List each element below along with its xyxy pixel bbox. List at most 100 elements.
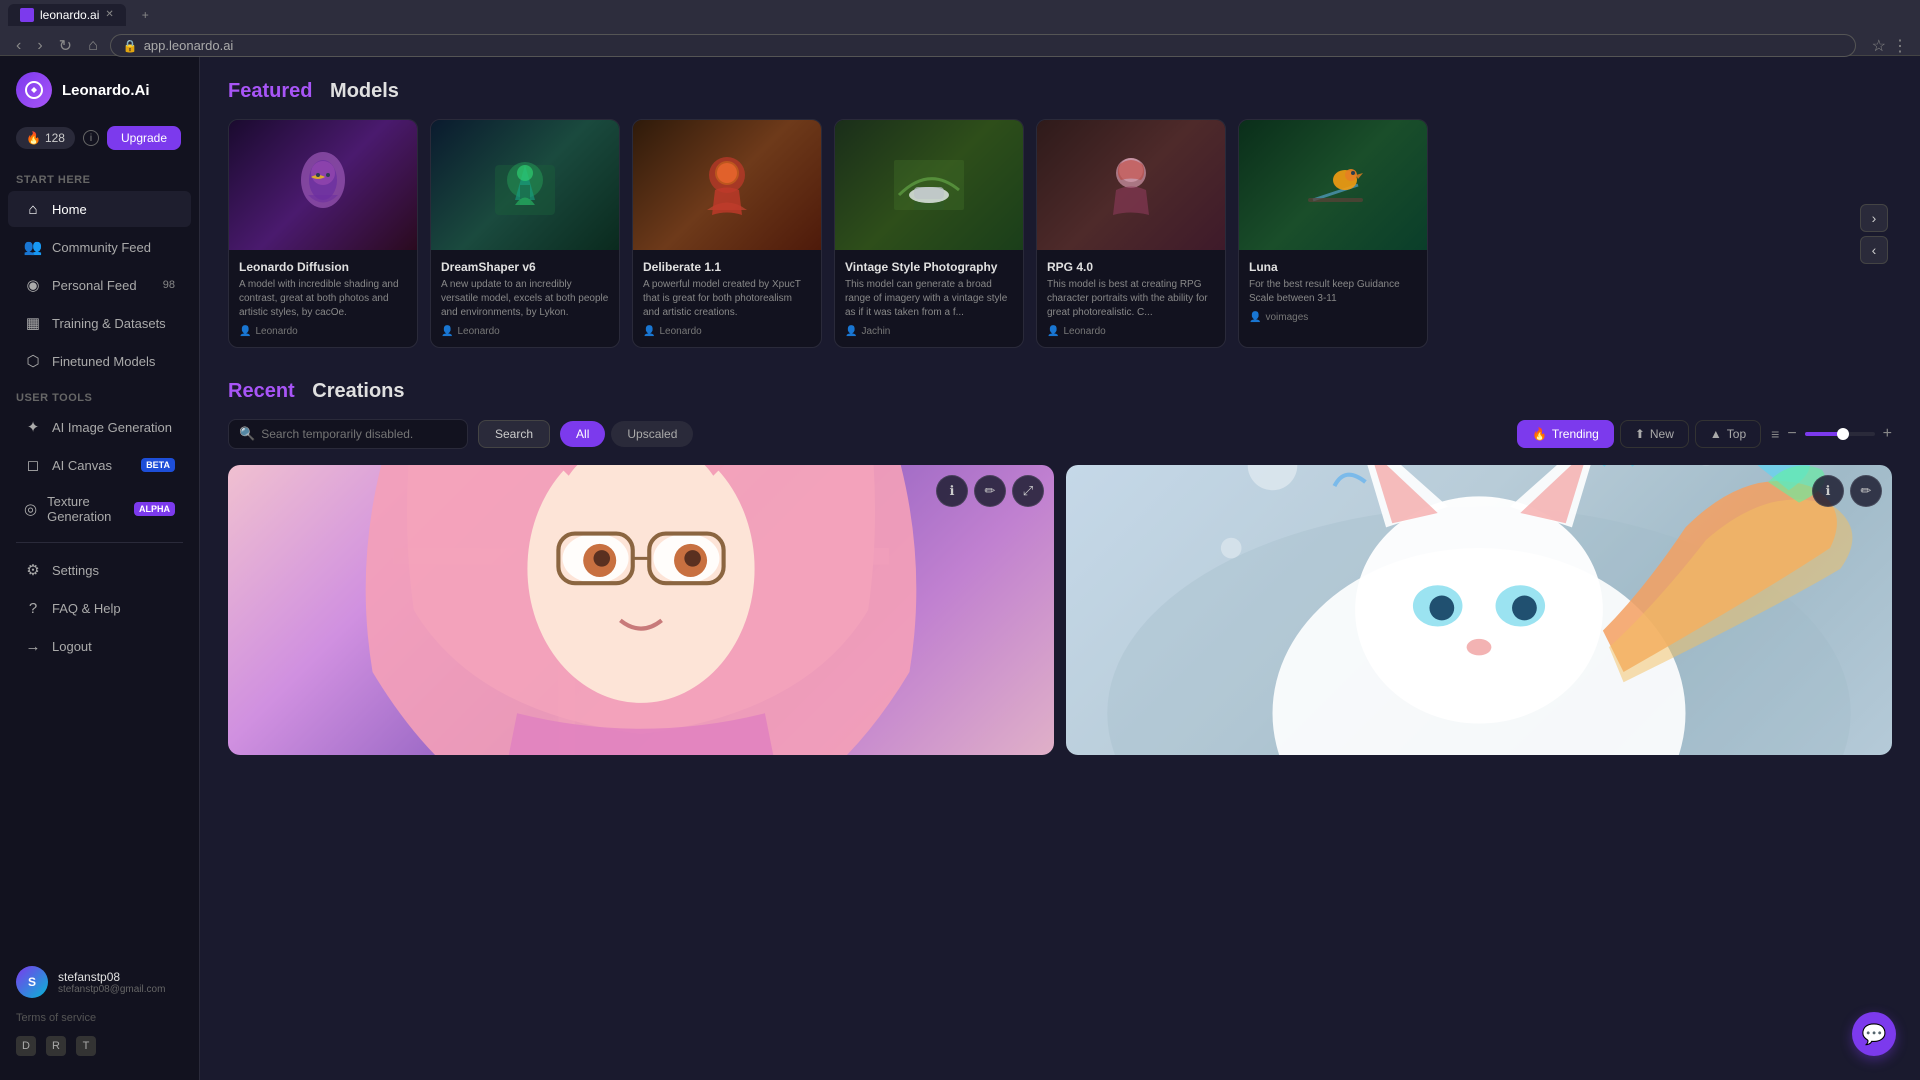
sidebar-item-settings[interactable]: ⚙ Settings: [8, 552, 191, 588]
list-view-icon[interactable]: ≡: [1771, 426, 1779, 442]
menu-icon[interactable]: ⋮: [1892, 36, 1908, 56]
browser-chrome: leonardo.ai ✕ + ‹ › ↻ ⌂ 🔒 app.leonardo.a…: [0, 0, 1920, 56]
texture-alpha-badge: ALPHA: [134, 502, 175, 516]
tab-upscaled-btn[interactable]: Upscaled: [611, 421, 693, 447]
logo-text: Leonardo.Ai: [62, 82, 150, 99]
user-info[interactable]: S stefanstp08 stefanstp08@gmail.com: [0, 956, 199, 1008]
sidebar-item-personal-label: Personal Feed: [52, 278, 137, 293]
model-card-vintage[interactable]: Vintage Style Photography This model can…: [834, 119, 1024, 348]
new-icon: ⬆: [1635, 427, 1645, 441]
zoom-slider[interactable]: [1805, 432, 1875, 436]
personal-feed-count: 98: [163, 279, 175, 291]
carousel-next-btn[interactable]: ›: [1860, 204, 1888, 232]
tab-new-btn[interactable]: +: [130, 4, 161, 26]
faq-icon: ?: [24, 599, 42, 617]
author-icon: 👤: [441, 326, 453, 337]
sidebar-item-logout[interactable]: → Logout: [8, 628, 191, 664]
model-desc: This model can generate a broad range of…: [845, 278, 1013, 320]
sidebar-item-community-label: Community Feed: [52, 240, 151, 255]
sidebar-item-home[interactable]: ⌂ Home: [8, 191, 191, 227]
recent-normal: Creations: [312, 380, 404, 403]
model-card-leonardo-diffusion[interactable]: Leonardo Diffusion A model with incredib…: [228, 119, 418, 348]
sidebar: Leonardo.Ai 🔥 128 i Upgrade Start Here ⌂…: [0, 56, 200, 1080]
browser-tab-active[interactable]: leonardo.ai ✕: [8, 4, 126, 26]
search-input[interactable]: [261, 427, 457, 441]
model-name: DreamShaper v6: [441, 260, 609, 274]
model-img-luna: [1239, 120, 1427, 250]
user-details: stefanstp08 stefanstp08@gmail.com: [58, 970, 183, 995]
zoom-in-btn[interactable]: +: [1883, 425, 1892, 443]
ai-canvas-icon: ◻: [24, 456, 42, 474]
community-feed-icon: 👥: [24, 238, 42, 256]
url-input[interactable]: 🔒 app.leonardo.ai: [110, 34, 1856, 57]
user-name: stefanstp08: [58, 970, 183, 984]
tos-link[interactable]: Terms of service: [0, 1008, 199, 1032]
carousel-prev-btn[interactable]: ‹: [1860, 236, 1888, 264]
reload-btn[interactable]: ↻: [55, 34, 76, 58]
model-card-rpg[interactable]: RPG 4.0 This model is best at creating R…: [1036, 119, 1226, 348]
search-box: 🔍: [228, 419, 468, 449]
model-card-luna[interactable]: Luna For the best result keep Guidance S…: [1238, 119, 1428, 348]
upgrade-button[interactable]: Upgrade: [107, 126, 181, 150]
logout-icon: →: [24, 637, 42, 655]
settings-icon: ⚙: [24, 561, 42, 579]
twitter-icon[interactable]: T: [76, 1036, 96, 1056]
bookmark-icon[interactable]: ☆: [1872, 36, 1886, 56]
creation-card-fox[interactable]: ℹ ✏: [1066, 465, 1892, 755]
reddit-icon[interactable]: R: [46, 1036, 66, 1056]
logo-avatar: [16, 72, 52, 108]
featured-normal: Models: [330, 80, 399, 103]
model-img-rpg: [1037, 120, 1225, 250]
featured-highlight: Featured: [228, 80, 312, 103]
search-button[interactable]: Search: [478, 420, 550, 448]
chat-icon: 💬: [1862, 1022, 1887, 1047]
chat-fab[interactable]: 💬: [1852, 1012, 1896, 1056]
sidebar-item-personal-feed[interactable]: ◉ Personal Feed 98: [8, 267, 191, 303]
sidebar-item-finetuned[interactable]: ⬡ Finetuned Models: [8, 343, 191, 379]
model-desc: A powerful model created by XpucT that i…: [643, 278, 811, 320]
filter-row: 🔍 Search All Upscaled 🔥 Trending: [228, 419, 1892, 449]
model-desc: This model is best at creating RPG chara…: [1047, 278, 1215, 320]
model-author: 👤 voimages: [1249, 312, 1417, 323]
sidebar-item-faq[interactable]: ? FAQ & Help: [8, 590, 191, 626]
credits-amount: 128: [45, 131, 65, 145]
card-actions-anime: ℹ ✏ ⤢: [936, 475, 1044, 507]
new-btn[interactable]: ⬆ New: [1620, 420, 1689, 448]
card-action-expand-btn[interactable]: ⤢: [1012, 475, 1044, 507]
model-card-dreamshaper[interactable]: DreamShaper v6 A new update to an incred…: [430, 119, 620, 348]
card-action-edit-btn[interactable]: ✏: [974, 475, 1006, 507]
top-btn[interactable]: ▲ Top: [1695, 420, 1761, 448]
trend-buttons: 🔥 Trending ⬆ New ▲ Top: [1517, 420, 1761, 448]
back-btn[interactable]: ‹: [12, 35, 25, 57]
credits-row: 🔥 128 i Upgrade: [0, 120, 199, 162]
credits-info-btn[interactable]: i: [83, 130, 99, 146]
ai-image-icon: ✦: [24, 418, 42, 436]
sidebar-item-ai-image[interactable]: ✦ AI Image Generation: [8, 409, 191, 445]
creation-card-anime[interactable]: ℹ ✏ ⤢: [228, 465, 1054, 755]
sidebar-item-ai-canvas-label: AI Canvas: [52, 458, 112, 473]
discord-icon[interactable]: D: [16, 1036, 36, 1056]
trending-btn[interactable]: 🔥 Trending: [1517, 420, 1614, 448]
card-action-info-btn[interactable]: ℹ: [936, 475, 968, 507]
user-tools-label: User Tools: [0, 380, 199, 408]
sidebar-item-texture[interactable]: ◎ Texture Generation ALPHA: [8, 485, 191, 533]
tab-title: leonardo.ai: [40, 8, 99, 22]
forward-btn[interactable]: ›: [33, 35, 46, 57]
tab-bar: leonardo.ai ✕ +: [0, 0, 1920, 30]
credits-badge: 🔥 128: [16, 127, 75, 149]
author-name: Jachin: [861, 326, 890, 337]
sidebar-item-training[interactable]: ▦ Training & Datasets: [8, 305, 191, 341]
sidebar-item-community-feed[interactable]: 👥 Community Feed: [8, 229, 191, 265]
tab-close-btn[interactable]: ✕: [105, 9, 113, 20]
zoom-out-btn[interactable]: −: [1787, 425, 1796, 443]
tab-all-btn[interactable]: All: [560, 421, 605, 447]
top-icon: ▲: [1710, 427, 1722, 441]
sidebar-logo: Leonardo.Ai: [0, 56, 199, 120]
home-btn[interactable]: ⌂: [84, 35, 102, 57]
info-icon: i: [90, 133, 92, 144]
card-action-edit-btn2[interactable]: ✏: [1850, 475, 1882, 507]
model-card-deliberate[interactable]: Deliberate 1.1 A powerful model created …: [632, 119, 822, 348]
card-action-info-btn2[interactable]: ℹ: [1812, 475, 1844, 507]
model-info-leonardo-diffusion: Leonardo Diffusion A model with incredib…: [229, 250, 417, 347]
sidebar-item-ai-canvas[interactable]: ◻ AI Canvas BETA: [8, 447, 191, 483]
